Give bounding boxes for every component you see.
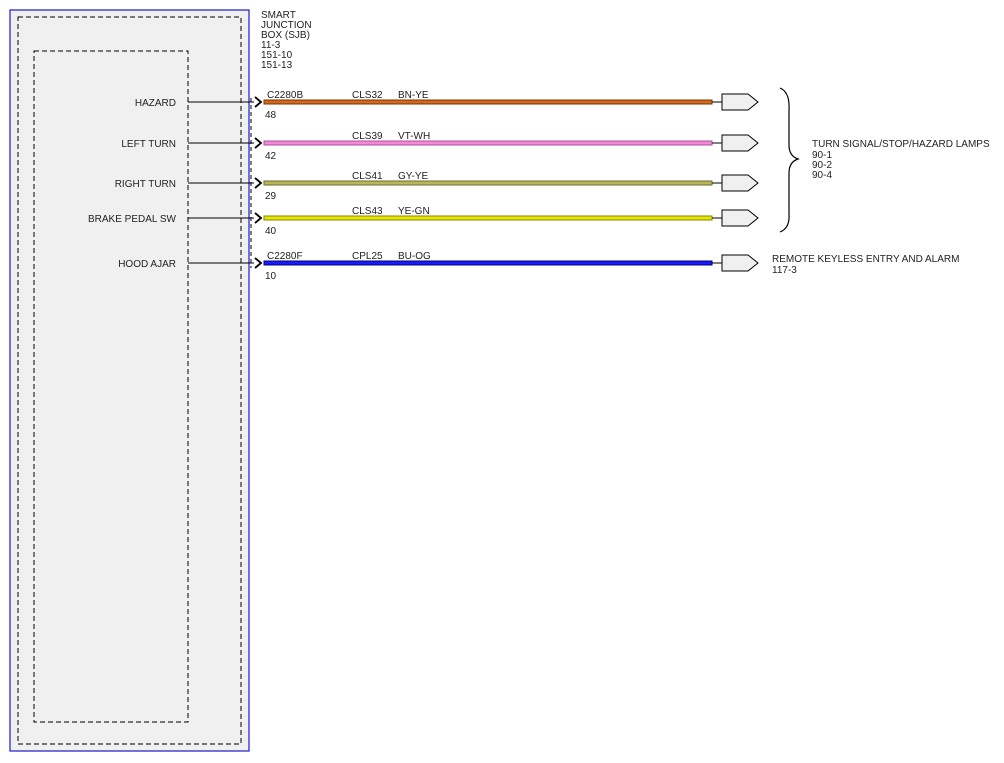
pin-number: 29 [265,191,277,202]
wire-brake-pedal-sw [263,215,713,221]
wire-color: YE-GN [398,206,430,217]
wire-termination-connector [712,134,759,152]
wire-hazard [263,99,713,105]
destination-remote-keyless-entry: REMOTE KEYLESS ENTRY AND ALARM 117-3 [772,254,959,276]
connector-id: C2280F [267,251,303,262]
wire-color: VT-WH [398,131,430,142]
input-label: HAZARD [135,98,176,109]
pin-number: 40 [265,226,277,237]
wire-termination-connector [712,209,759,227]
input-label: RIGHT TURN [115,179,176,190]
input-label: LEFT TURN [121,139,176,150]
wire-color: BU-OG [398,251,431,262]
connector-pin-arrow [254,137,263,149]
pin-number: 42 [265,151,277,162]
wire-left-turn [263,140,713,146]
wire-termination-connector [712,93,759,111]
circuit-id: CLS32 [352,90,383,101]
connector-pin-arrow [254,257,263,269]
connector-id: C2280B [267,90,303,101]
circuit-id: CLS43 [352,206,383,217]
svg-text:151-13: 151-13 [261,60,293,71]
connector-pin-arrow [254,177,263,189]
wire-color: BN-YE [398,90,429,101]
circuit-id: CLS39 [352,131,383,142]
pin-number: 48 [265,110,277,121]
svg-text:90-4: 90-4 [812,170,832,181]
destination-turn-signal-lamps: TURN SIGNAL/STOP/HAZARD LAMPS 90-1 90-2 … [812,139,990,181]
input-label: HOOD AJAR [118,259,176,270]
wiring-diagram: SMART JUNCTION BOX (SJB) 11-3 151-10 151… [9,9,990,752]
svg-text:TURN SIGNAL/STOP/HAZARD LAMPS: TURN SIGNAL/STOP/HAZARD LAMPS [812,139,990,150]
wire-color: GY-YE [398,171,429,182]
svg-text:117-3: 117-3 [772,265,797,276]
wire-right-turn [263,180,713,186]
wire-hood-ajar [263,260,713,266]
svg-text:REMOTE KEYLESS ENTRY AND ALARM: REMOTE KEYLESS ENTRY AND ALARM [772,254,959,265]
connector-pin-arrow [254,96,263,108]
wire-termination-connector [712,174,759,192]
sjb-title: SMART JUNCTION BOX (SJB) 11-3 151-10 151… [261,10,312,71]
sjb-outer-box [9,9,250,752]
input-label: BRAKE PEDAL SW [88,214,177,225]
circuit-id: CLS41 [352,171,383,182]
connector-pin-arrow [254,212,263,224]
group-brace [779,87,800,233]
circuit-id: CPL25 [352,251,383,262]
pin-number: 10 [265,271,277,282]
wire-termination-connector [712,254,759,272]
